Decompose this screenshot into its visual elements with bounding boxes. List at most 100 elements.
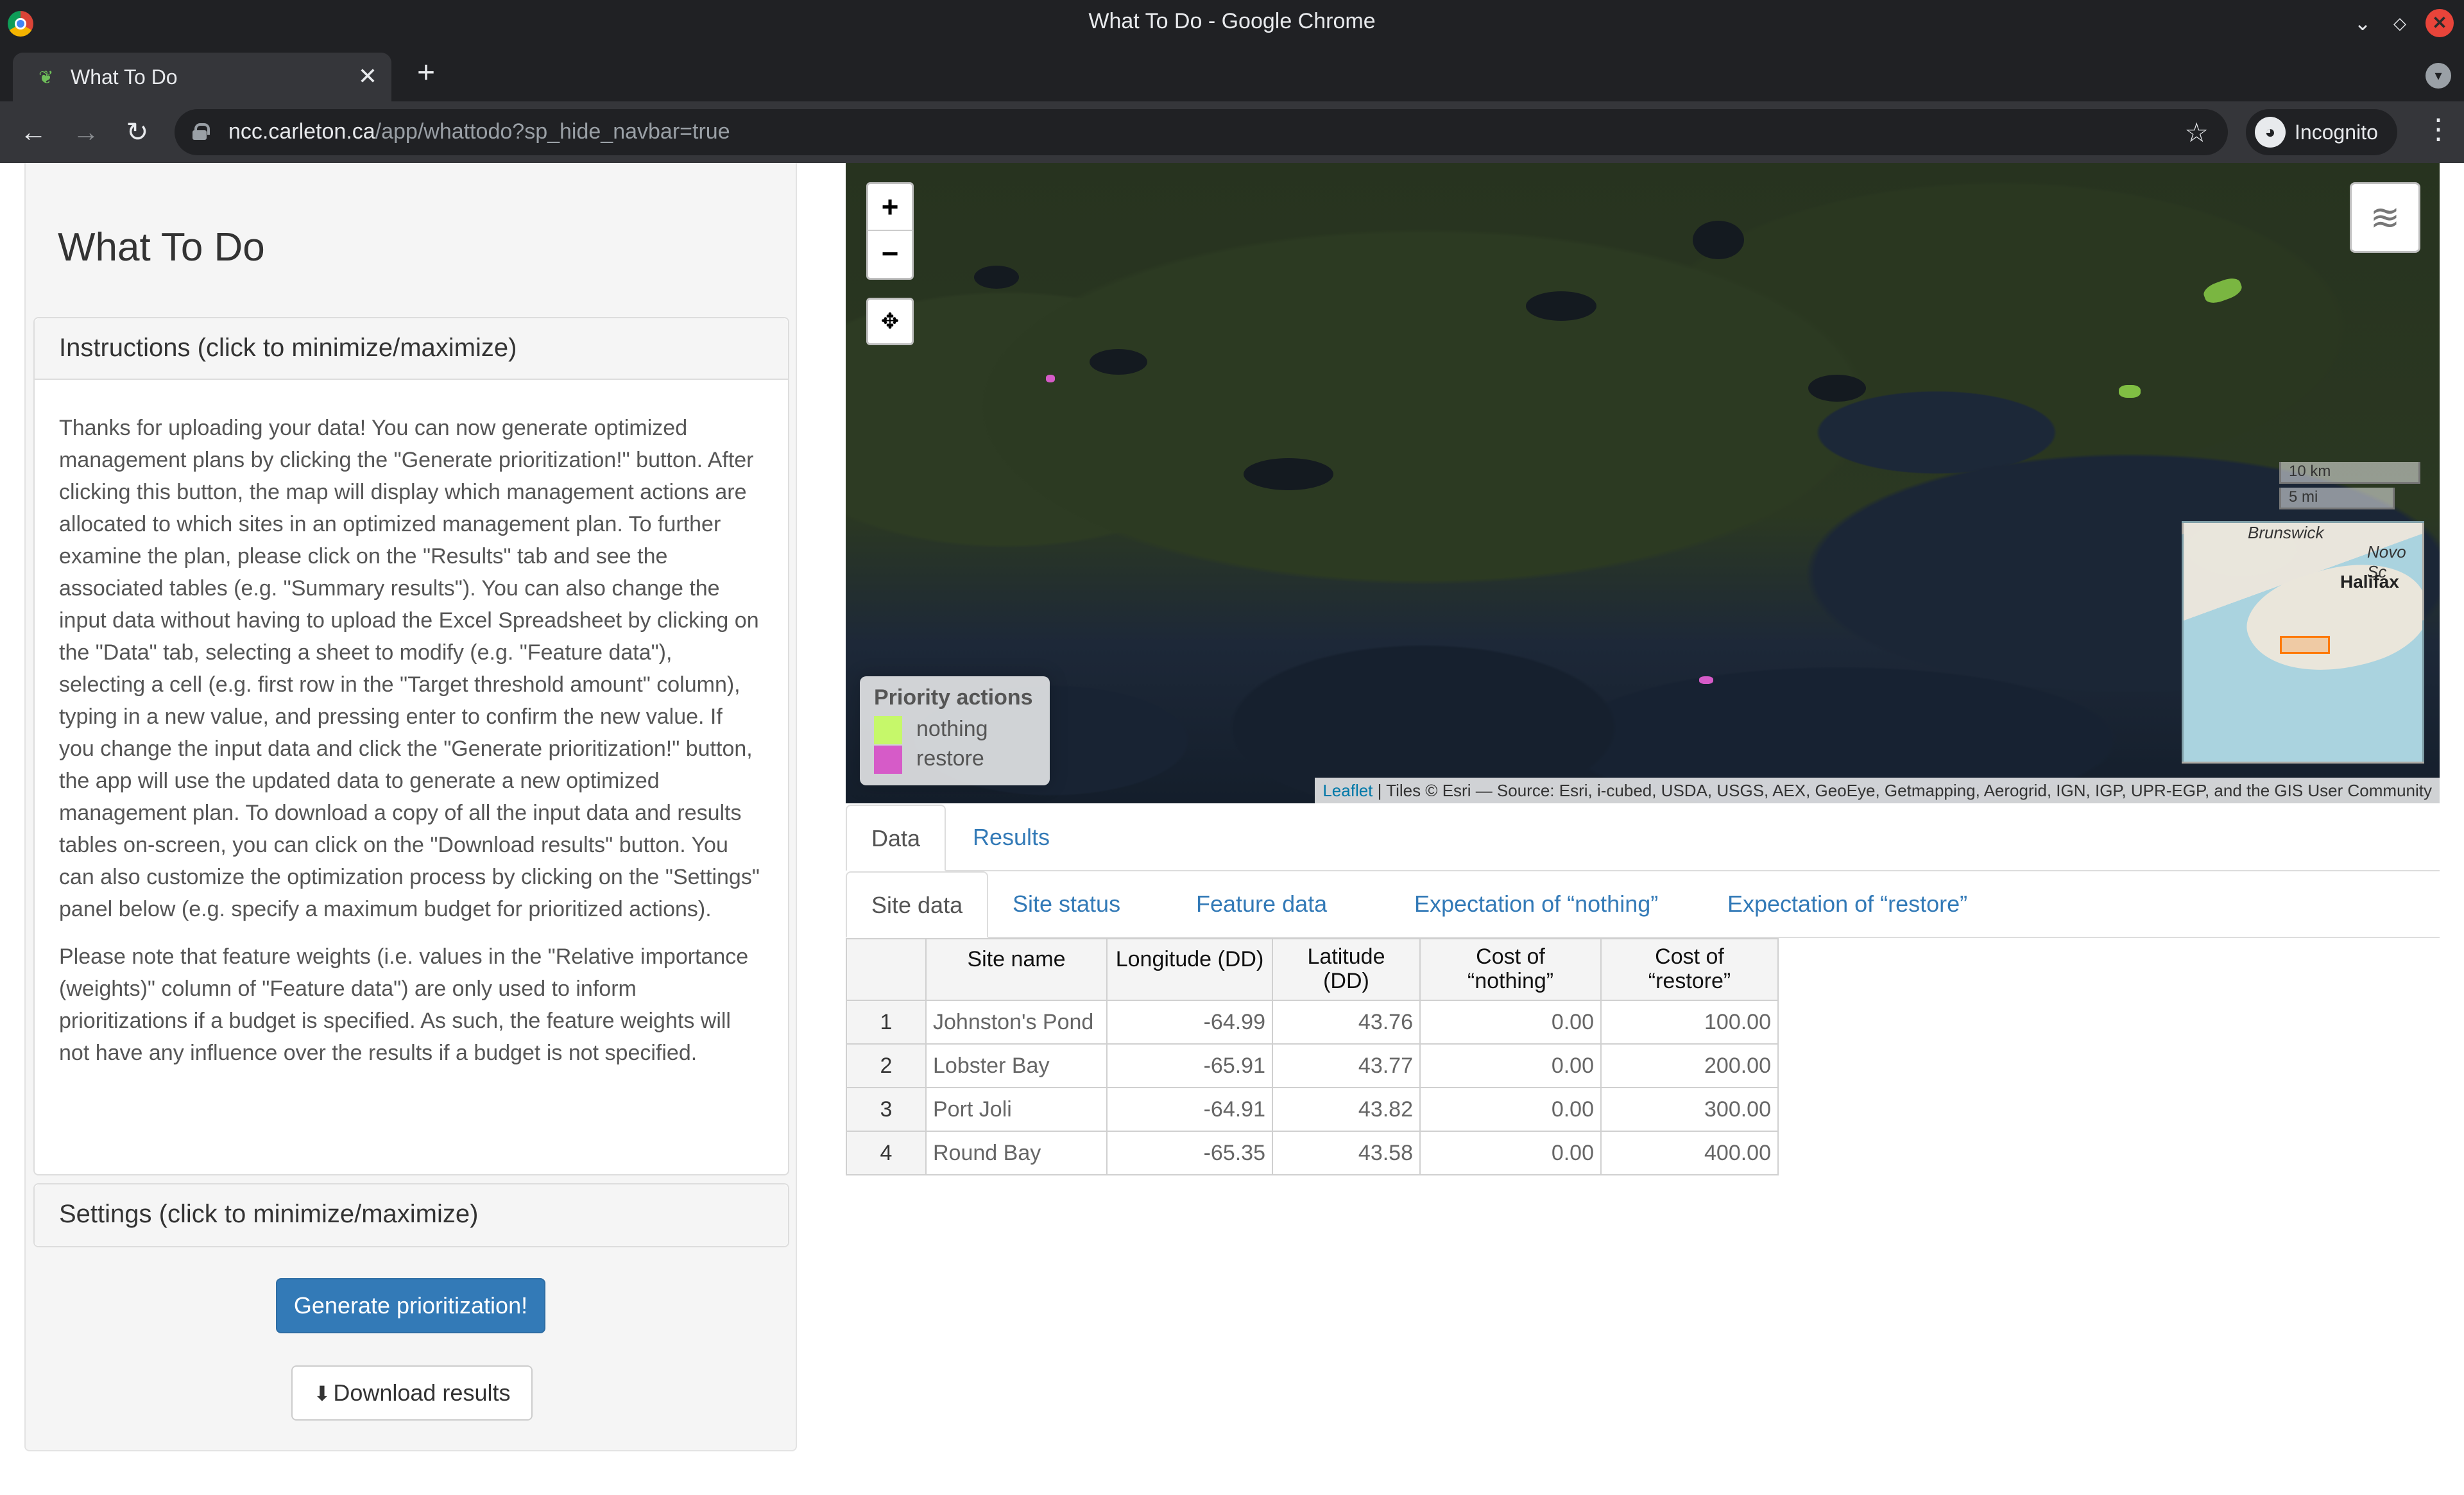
cell-site-name[interactable]: Lobster Bay <box>925 1043 1108 1088</box>
cell-site-name[interactable]: Port Joli <box>925 1087 1108 1132</box>
legend-swatch-restore <box>874 746 902 774</box>
scale-km: 10 km <box>2279 462 2420 484</box>
layers-icon[interactable]: ≋ <box>2350 182 2420 253</box>
scale-mi: 5 mi <box>2279 488 2395 509</box>
tab-site-status[interactable]: Site status <box>988 871 1145 938</box>
minimap-label-halifax: Halifax <box>2340 572 2399 592</box>
app-title: What To Do <box>58 225 265 269</box>
download-results-button[interactable]: ⬇ Download results <box>291 1365 533 1421</box>
browser-toolbar: ← → ↻ ncc.carleton.ca/app/whattodo?sp_hi… <box>0 101 2464 163</box>
map-legend: Priority actions nothing restore <box>860 676 1050 785</box>
instructions-paragraph-1: Thanks for uploading your data! You can … <box>59 416 760 921</box>
restore-site-polygon[interactable] <box>1699 676 1713 684</box>
nothing-site-polygon[interactable] <box>2201 275 2245 307</box>
map-lake <box>1808 375 1866 402</box>
table-header-latitude[interactable]: Latitude (DD) <box>1272 938 1421 1001</box>
tab-site-data[interactable]: Site data <box>846 871 989 938</box>
minimize-icon[interactable]: ⌄ <box>2348 9 2377 37</box>
table-header-cost-nothing[interactable]: Cost of “nothing” <box>1419 938 1602 1001</box>
cell-cost-nothing[interactable]: 0.00 <box>1419 1043 1602 1088</box>
table-header-site-name[interactable]: Site name <box>925 938 1108 1001</box>
cell-latitude[interactable]: 43.76 <box>1272 1000 1421 1045</box>
cell-cost-restore[interactable]: 100.00 <box>1600 1000 1779 1045</box>
tab-results[interactable]: Results <box>948 805 1074 871</box>
leaflet-link[interactable]: Leaflet <box>1322 781 1373 800</box>
settings-header[interactable]: Settings (click to minimize/maximize) <box>35 1184 788 1246</box>
forward-arrow-icon[interactable]: → <box>71 117 101 148</box>
row-index: 1 <box>846 1000 927 1045</box>
download-results-label: Download results <box>333 1380 511 1406</box>
cell-site-name[interactable]: Round Bay <box>925 1131 1108 1175</box>
download-icon: ⬇ <box>313 1382 331 1405</box>
tab-close-icon[interactable]: ✕ <box>358 63 377 90</box>
maximize-icon[interactable]: ◇ <box>2386 9 2414 37</box>
tab-expectation-restore[interactable]: Expectation of “restore” <box>1703 871 1992 938</box>
minimap-label-brunswick: Brunswick <box>2248 523 2324 542</box>
close-window-icon[interactable]: ✕ <box>2426 9 2454 37</box>
minimap[interactable]: Brunswick Novo Sc Halifax <box>2182 521 2424 764</box>
cell-cost-restore[interactable]: 400.00 <box>1600 1131 1779 1175</box>
map[interactable]: + − ✥ ≋ 10 km 5 mi Brunswick Novo Sc Hal… <box>846 163 2440 803</box>
url-text[interactable]: ncc.carleton.ca/app/whattodo?sp_hide_nav… <box>228 119 730 144</box>
cell-cost-restore[interactable]: 300.00 <box>1600 1087 1779 1132</box>
table-header-cost-restore[interactable]: Cost of “restore” <box>1600 938 1779 1001</box>
data-sub-tabs: Site data Site status Feature data Expec… <box>846 871 2440 938</box>
browser-tab[interactable]: ❦ What To Do ✕ <box>13 53 391 101</box>
legend-swatch-nothing <box>874 716 902 745</box>
zoom-control: + − <box>866 182 914 280</box>
tab-expectation-nothing[interactable]: Expectation of “nothing” <box>1390 871 1682 938</box>
minimap-viewport-rectangle[interactable] <box>2280 636 2330 654</box>
sidebar: What To Do Instructions (click to minimi… <box>24 163 797 1451</box>
table-header-longitude[interactable]: Longitude (DD) <box>1106 938 1273 1001</box>
cell-latitude[interactable]: 43.82 <box>1272 1087 1421 1132</box>
bookmark-star-icon[interactable]: ☆ <box>2184 117 2209 148</box>
cell-site-name[interactable]: Johnston's Pond <box>925 1000 1108 1045</box>
cell-cost-nothing[interactable]: 0.00 <box>1419 1131 1602 1175</box>
row-index: 4 <box>846 1131 927 1175</box>
cell-cost-restore[interactable]: 200.00 <box>1600 1043 1779 1088</box>
cell-latitude[interactable]: 43.77 <box>1272 1043 1421 1088</box>
instructions-body: Thanks for uploading your data! You can … <box>35 380 788 1104</box>
cell-longitude[interactable]: -64.99 <box>1106 1000 1273 1045</box>
cell-latitude[interactable]: 43.58 <box>1272 1131 1421 1175</box>
window-titlebar: What To Do - Google Chrome ⌄ ◇ ✕ <box>0 0 2464 47</box>
tab-data[interactable]: Data <box>846 805 946 871</box>
cell-longitude[interactable]: -65.91 <box>1106 1043 1273 1088</box>
reload-icon[interactable]: ↻ <box>122 117 153 148</box>
table-row: 2 Lobster Bay -65.91 43.77 0.00 200.00 <box>846 1043 1779 1088</box>
incognito-indicator[interactable]: ◕ Incognito <box>2246 109 2397 155</box>
leaf-favicon-icon: ❦ <box>38 67 54 87</box>
browser-menu-icon[interactable]: ⋮ <box>2424 114 2452 145</box>
map-lake <box>974 266 1019 289</box>
locate-home-icon[interactable]: ✥ <box>866 298 914 345</box>
cell-longitude[interactable]: -64.91 <box>1106 1087 1273 1132</box>
instructions-header[interactable]: Instructions (click to minimize/maximize… <box>35 318 788 380</box>
cell-cost-nothing[interactable]: 0.00 <box>1419 1087 1602 1132</box>
table-header-row: Site name Longitude (DD) Latitude (DD) C… <box>846 938 1779 1001</box>
nothing-site-polygon[interactable] <box>2119 385 2141 398</box>
zoom-in-button[interactable]: + <box>868 184 912 231</box>
cell-longitude[interactable]: -65.35 <box>1106 1131 1273 1175</box>
tab-strip: ❦ What To Do ✕ + ▾ <box>0 47 2464 101</box>
table-row: 4 Round Bay -65.35 43.58 0.00 400.00 <box>846 1131 1779 1175</box>
map-lake <box>1526 291 1596 321</box>
row-index: 2 <box>846 1043 927 1088</box>
zoom-out-button[interactable]: − <box>868 231 912 278</box>
back-arrow-icon[interactable]: ← <box>18 117 49 148</box>
tab-feature-data[interactable]: Feature data <box>1172 871 1351 938</box>
generate-prioritization-button[interactable]: Generate prioritization! <box>276 1278 545 1333</box>
incognito-icon: ◕ <box>2255 117 2286 148</box>
table-row: 1 Johnston's Pond -64.99 43.76 0.00 100.… <box>846 1000 1779 1045</box>
window-title: What To Do - Google Chrome <box>1088 9 1376 33</box>
cell-cost-nothing[interactable]: 0.00 <box>1419 1000 1602 1045</box>
table-row: 3 Port Joli -64.91 43.82 0.00 300.00 <box>846 1087 1779 1132</box>
settings-panel: Settings (click to minimize/maximize) <box>33 1183 789 1247</box>
address-bar[interactable]: ncc.carleton.ca/app/whattodo?sp_hide_nav… <box>175 109 2228 155</box>
map-lake <box>1244 458 1333 490</box>
map-attribution: Leaflet | Tiles © Esri — Source: Esri, i… <box>1315 778 2440 803</box>
legend-title: Priority actions <box>874 685 1033 710</box>
tab-search-icon[interactable]: ▾ <box>2426 63 2451 89</box>
table-header-index <box>846 938 927 1001</box>
restore-site-polygon[interactable] <box>1046 375 1055 382</box>
new-tab-icon[interactable]: + <box>417 58 435 89</box>
